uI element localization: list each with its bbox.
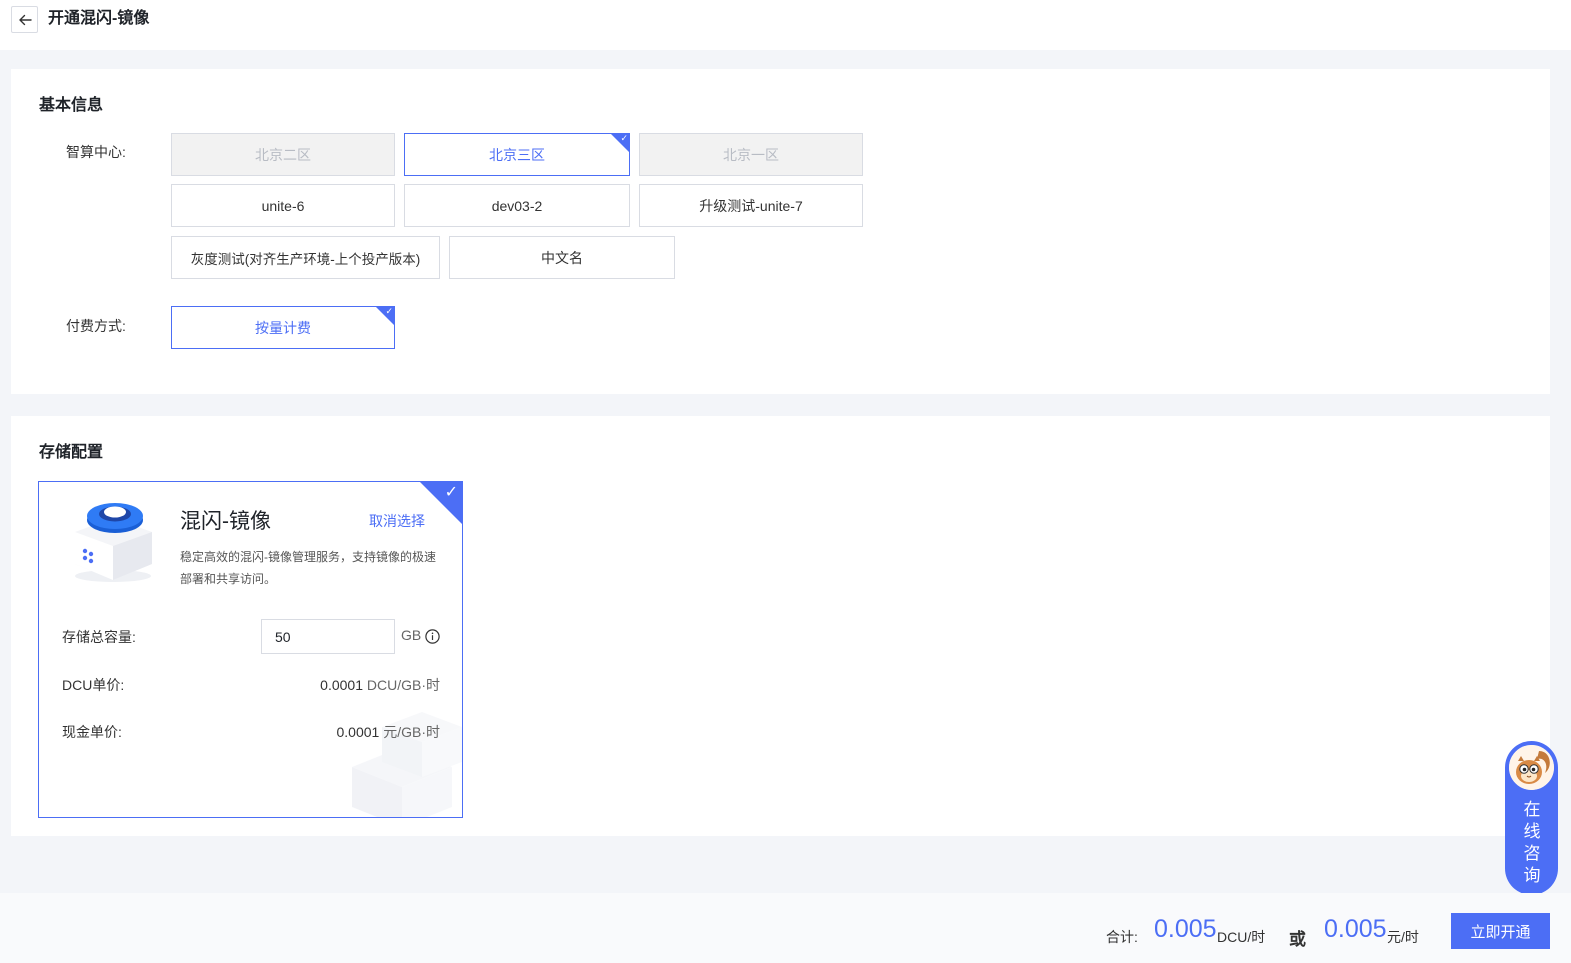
storage-config-title: 存储配置: [39, 444, 104, 461]
center-option-beijing-1[interactable]: 北京一区: [639, 133, 863, 176]
arrow-left-icon: [18, 14, 32, 25]
product-logo-icon: [75, 503, 152, 582]
product-description: 稳定高效的混闪-镜像管理服务，支持镜像的极速部署和共享访问。: [180, 550, 436, 586]
center-label: 智算中心:: [66, 144, 126, 160]
submit-open-button[interactable]: 立即开通: [1451, 913, 1550, 949]
consult-label: 在线咨询: [1523, 800, 1541, 885]
center-option-beijing-3[interactable]: 北京三区 ✓: [404, 133, 630, 176]
back-button[interactable]: [11, 6, 38, 33]
product-name: 混闪-镜像: [180, 510, 271, 533]
billing-option-label: 按量计费: [255, 319, 311, 336]
info-icon[interactable]: [425, 629, 440, 644]
check-icon: ✓: [620, 133, 628, 143]
cash-price-value: 0.0001 元/GB·时: [337, 722, 441, 742]
center-option-label: 北京二区: [255, 146, 311, 163]
check-icon: ✓: [444, 484, 458, 501]
dcu-total-unit: DCU/时: [1217, 929, 1266, 945]
footer-bar: 合计: 0.005 DCU/时 或 0.005 元/时 立即开通: [0, 893, 1571, 963]
center-option-label: 北京一区: [723, 146, 779, 163]
billing-label: 付费方式:: [66, 318, 126, 334]
total-label: 合计:: [1106, 929, 1138, 945]
squirrel-mascot-icon: [1509, 745, 1554, 790]
page-header: 开通混闪-镜像: [0, 0, 1571, 50]
cash-total: 0.005: [1324, 915, 1387, 943]
capacity-input[interactable]: [261, 619, 395, 654]
center-option-label: 灰度测试(对齐生产环境-上个投产版本): [190, 251, 421, 267]
center-option-gray-test[interactable]: 灰度测试(对齐生产环境-上个投产版本): [171, 236, 440, 279]
center-option-label: dev03-2: [491, 197, 543, 214]
dcu-price-unit: DCU/GB·时: [366, 677, 440, 693]
center-option-dev03-2[interactable]: dev03-2: [404, 184, 630, 227]
product-card[interactable]: ✓ 混闪-镜像 取消选择 稳定高效的混闪-镜像管理服务，支持镜像的极速部署和共享…: [38, 481, 463, 818]
server-illustration-icon: [352, 712, 462, 817]
billing-option-pay-as-you-go[interactable]: 按量计费 ✓: [171, 306, 395, 349]
cancel-selection-link[interactable]: 取消选择: [369, 511, 425, 531]
cash-price-number: 0.0001: [336, 724, 380, 740]
center-option-label: unite-6: [261, 197, 305, 214]
center-option-unite-7[interactable]: 升级测试-unite-7: [639, 184, 863, 227]
storage-config-section: 存储配置 ✓ 混闪-镜像 取消选择 稳定高效的混闪-镜像管理服务，支持镜像的极速…: [11, 416, 1550, 836]
dcu-price-number: 0.0001: [320, 677, 363, 693]
capacity-label: 存储总容量:: [62, 629, 136, 645]
center-option-beijing-2[interactable]: 北京二区: [171, 133, 395, 176]
consult-avatar: [1507, 743, 1556, 792]
cash-price-unit: 元/GB·时: [383, 724, 440, 740]
basic-info-title: 基本信息: [39, 97, 104, 114]
capacity-unit: GB: [401, 627, 422, 643]
page-title: 开通混闪-镜像: [48, 10, 150, 27]
center-option-chinese-name[interactable]: 中文名: [449, 236, 675, 279]
dcu-total: 0.005: [1154, 915, 1217, 943]
center-option-unite-6[interactable]: unite-6: [171, 184, 395, 227]
cash-total-unit: 元/时: [1387, 929, 1419, 945]
online-consult-button[interactable]: 在线咨询: [1505, 741, 1558, 895]
dcu-price-value: 0.0001 DCU/GB·时: [320, 675, 440, 695]
basic-info-section: 基本信息 智算中心: 北京二区 北京三区 ✓ 北京一区 unite-6 dev0…: [11, 69, 1550, 394]
or-separator: 或: [1289, 930, 1306, 949]
center-option-label: 升级测试-unite-7: [699, 197, 803, 214]
check-icon: ✓: [385, 306, 393, 316]
center-option-label: 中文名: [541, 249, 583, 266]
cash-price-label: 现金单价:: [62, 724, 122, 740]
center-option-label: 北京三区: [489, 146, 545, 163]
dcu-price-label: DCU单价:: [62, 677, 125, 693]
